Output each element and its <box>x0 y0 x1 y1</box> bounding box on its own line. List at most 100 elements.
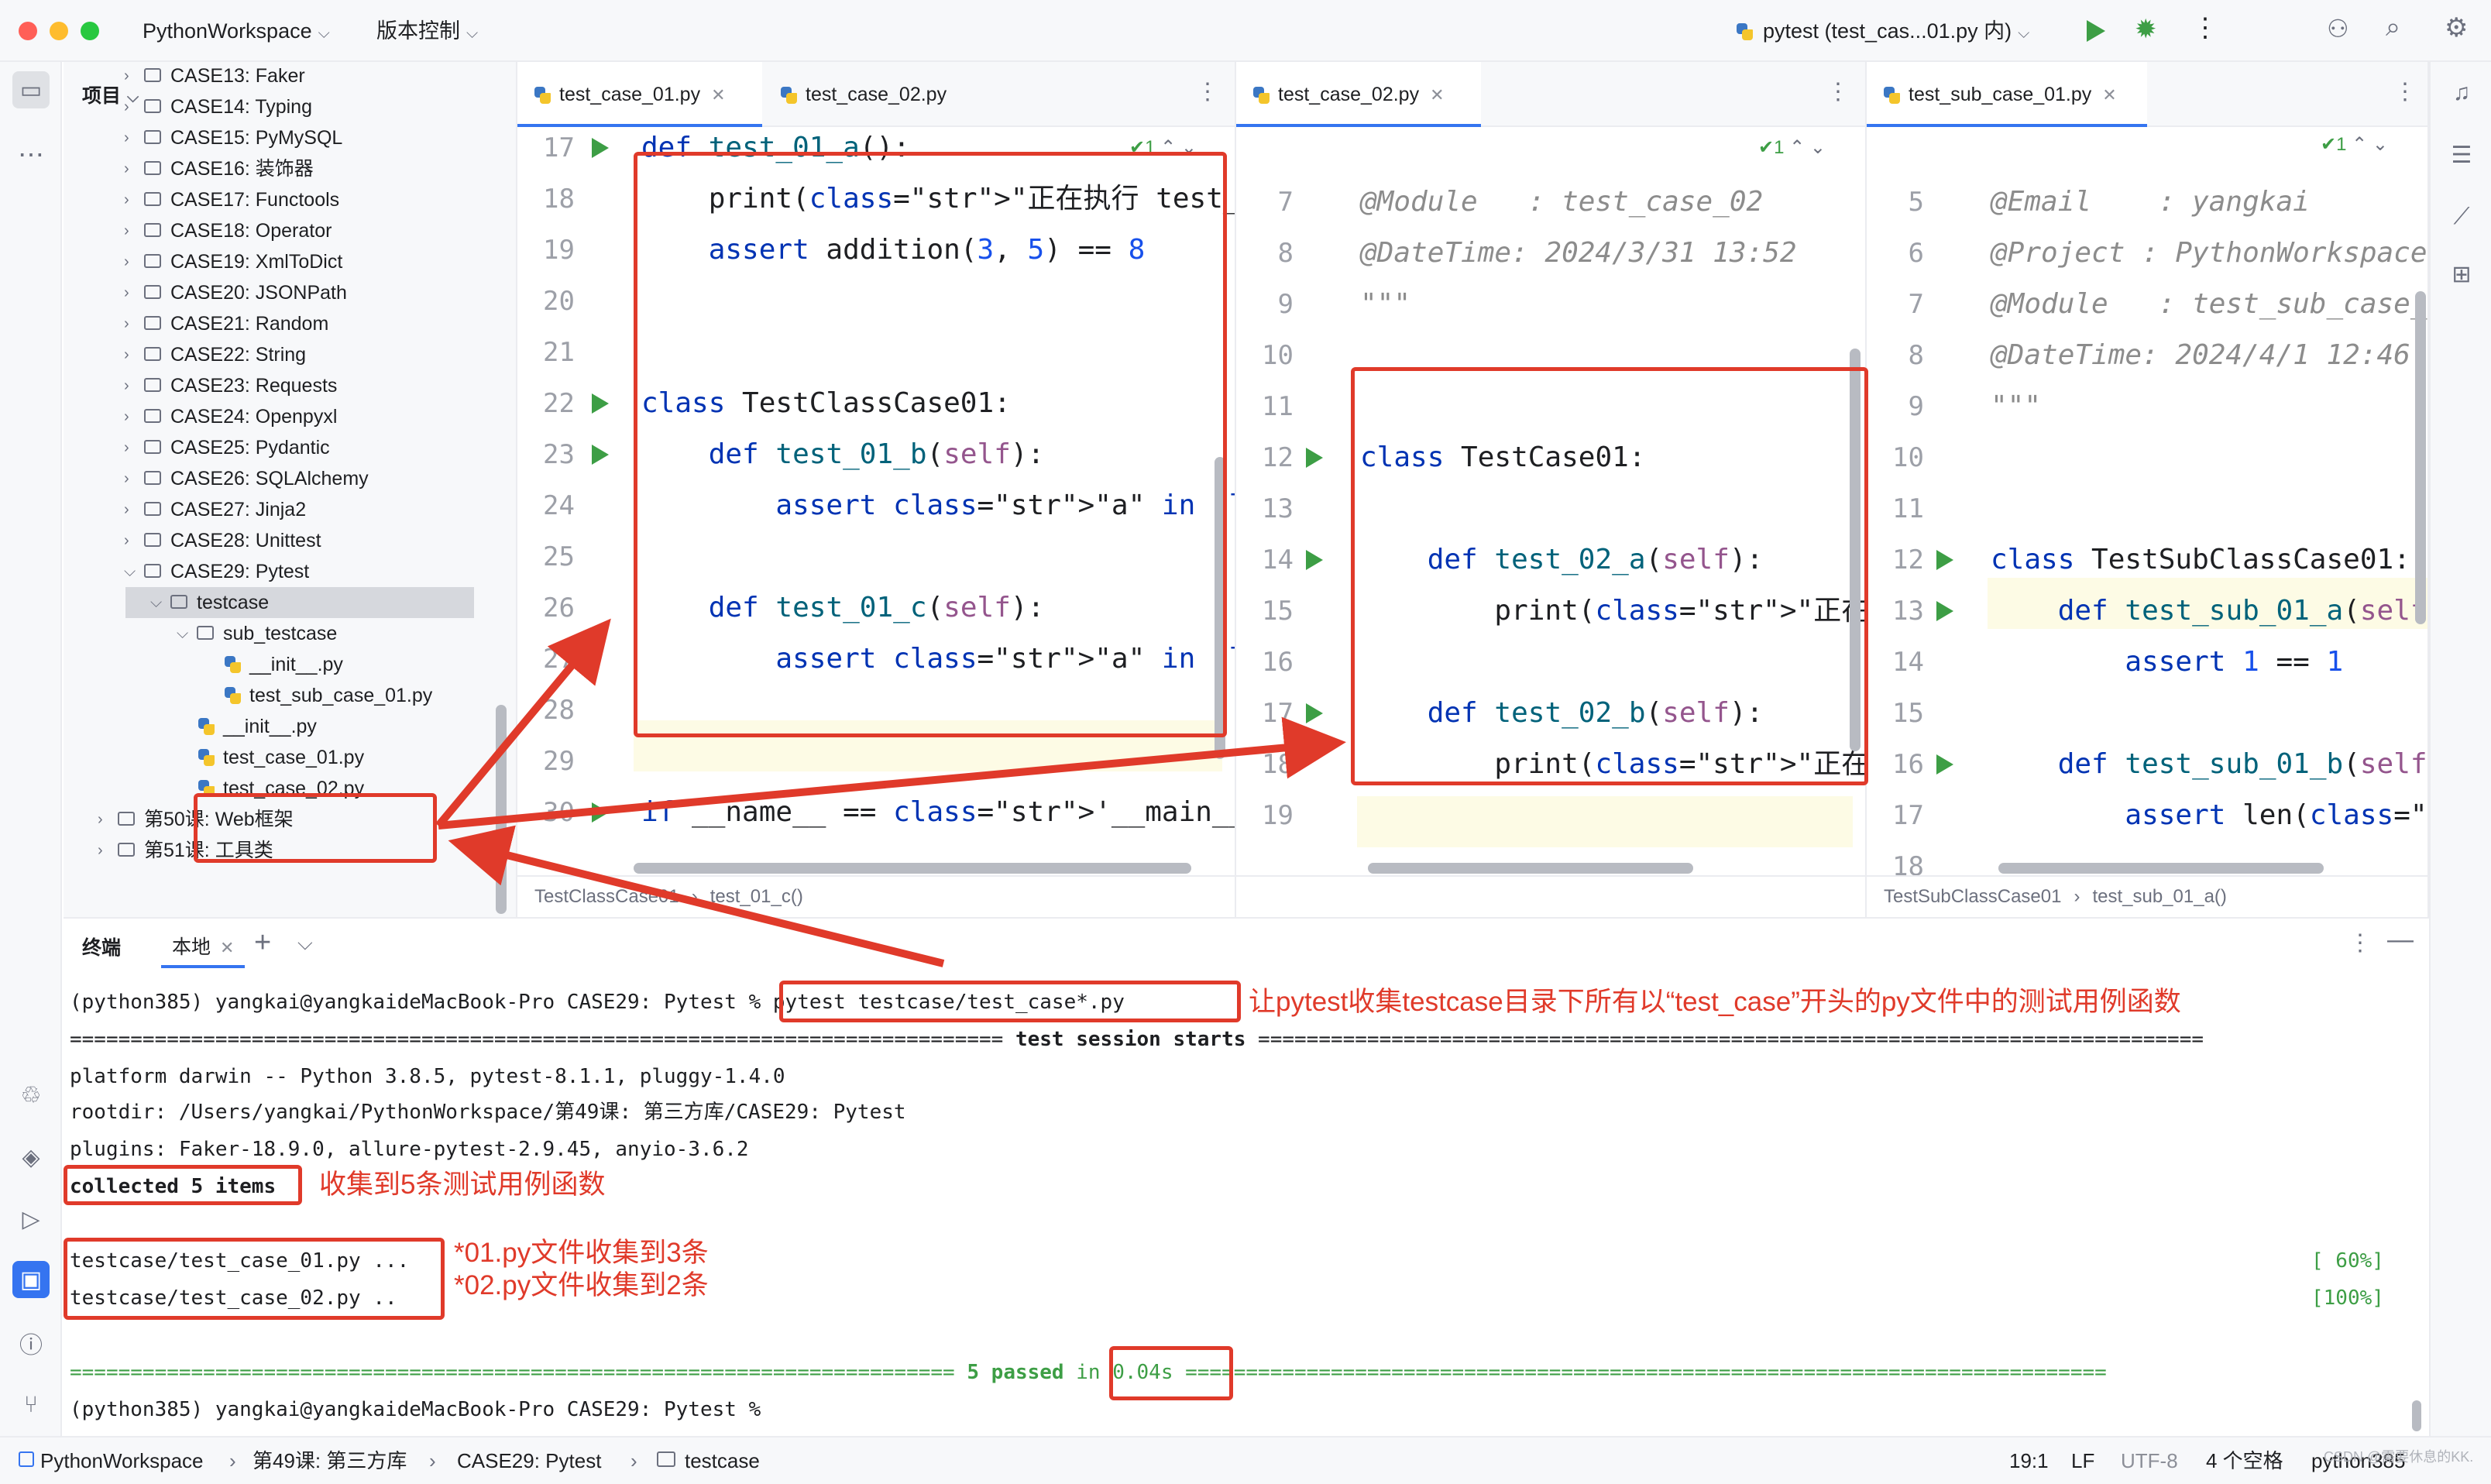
code-line[interactable]: def test_sub_01_a(self): <box>1991 586 2427 637</box>
run-gutter-icon[interactable] <box>1936 550 1953 570</box>
inspection-widget[interactable]: ✔1 ⌃ ⌄ <box>1758 136 1826 159</box>
run-icon[interactable] <box>2087 20 2105 42</box>
code-line[interactable]: assert len(class="str">"hello" <box>1991 790 2427 841</box>
inspection-widget[interactable]: ✔1 ⌃ ⌄ <box>2321 133 2388 156</box>
code-line[interactable]: assert 1 == 1 <box>1991 637 2343 688</box>
chevron-right-icon[interactable]: › <box>124 432 129 463</box>
run-gutter-icon[interactable] <box>1936 754 1953 775</box>
chevron-right-icon[interactable]: › <box>124 339 129 370</box>
run-gutter-icon[interactable] <box>1306 448 1323 468</box>
close-tab-icon[interactable]: ✕ <box>2102 85 2116 105</box>
notifications-bell-icon[interactable]: ♫ <box>2443 74 2480 112</box>
tree-scrollbar[interactable] <box>496 705 507 914</box>
python-console-icon[interactable]: ♲ <box>12 1077 50 1114</box>
tab-test-case-01[interactable]: test_case_01.py ✕ <box>517 62 762 127</box>
indent-setting[interactable]: 4 个空格 <box>2206 1438 2283 1484</box>
code-line[interactable]: @Module : test_case_02 <box>1360 177 1763 228</box>
code-line[interactable]: @DateTime: 2024/3/31 13:52 <box>1360 228 1797 279</box>
chevron-down-icon[interactable]: ⌵ <box>297 931 313 956</box>
tab-options-icon[interactable]: ⋮ <box>1196 81 1219 104</box>
tab-test-case-02[interactable]: test_case_02.py <box>764 62 996 127</box>
tree-item-folder[interactable]: › CASE24: Openpyxl <box>64 401 516 432</box>
terminal-tab-local[interactable]: 本地 ✕ <box>161 926 246 968</box>
tree-item-folder[interactable]: › CASE19: XmlToDict <box>64 246 516 277</box>
tree-item-file[interactable]: test_sub_case_01.py <box>64 680 516 711</box>
tree-item-folder[interactable]: › CASE20: JSONPath <box>64 277 516 308</box>
close-tab-icon[interactable]: ✕ <box>220 938 234 957</box>
code-line[interactable]: @DateTime: 2024/4/1 12:46 <box>1991 330 2410 381</box>
tree-item-folder[interactable]: ⌵ CASE29: Pytest <box>64 556 516 587</box>
tree-item-folder[interactable]: ⌵ testcase <box>125 587 474 618</box>
code-line[interactable]: if __name__ == class="str">'__main__': <box>641 787 1235 838</box>
tree-item-folder[interactable]: › CASE17: Functools <box>64 184 516 215</box>
terminal-icon[interactable]: ▣ <box>12 1261 50 1298</box>
status-crumb-folder[interactable]: testcase <box>685 1438 760 1484</box>
chevron-down-icon[interactable]: ⌵ <box>150 587 162 618</box>
editor-2-hscrollbar[interactable] <box>1368 863 1693 874</box>
tree-item-folder[interactable]: › CASE14: Typing <box>64 91 516 122</box>
breadcrumb-method[interactable]: test_sub_01_a() <box>2092 886 2226 907</box>
code-line[interactable]: """ <box>1360 279 1410 330</box>
run-gutter-icon[interactable] <box>592 802 609 823</box>
more-actions-icon[interactable]: ⋮ <box>2192 12 2218 43</box>
code-line[interactable]: @Email : yangkai <box>1991 177 2310 228</box>
git-icon[interactable]: ⑂ <box>12 1386 50 1424</box>
code-line[interactable]: """ <box>1991 381 2041 432</box>
editor-3-hscrollbar[interactable] <box>1998 863 2324 874</box>
tree-item-folder[interactable]: ⌵ sub_testcase <box>64 618 516 649</box>
tree-item-folder[interactable]: › CASE22: String <box>64 339 516 370</box>
tab-test-case-02[interactable]: test_case_02.py ✕ <box>1236 62 1481 127</box>
tree-item-folder[interactable]: › CASE13: Faker <box>64 62 516 91</box>
python-packages-icon[interactable]: ◈ <box>12 1139 50 1176</box>
project-folder-icon[interactable]: ▭ <box>12 71 50 108</box>
settings-gear-icon[interactable]: ⚙ <box>2445 12 2468 43</box>
tree-item-folder[interactable]: › CASE21: Random <box>64 308 516 339</box>
tree-item-file[interactable]: __init__.py <box>64 711 516 742</box>
chevron-right-icon[interactable]: › <box>124 153 129 184</box>
editor-1-hscrollbar[interactable] <box>634 863 1191 874</box>
chevron-right-icon[interactable]: › <box>124 122 129 153</box>
project-switcher[interactable]: PythonWorkspace ⌵ <box>143 15 330 49</box>
run-gutter-icon[interactable] <box>592 138 609 158</box>
terminal-options-icon[interactable]: ⋮ <box>2348 929 2372 957</box>
code-line[interactable]: def test_sub_01_b(self): <box>1991 739 2427 790</box>
new-tab-plus-icon[interactable]: + <box>254 926 271 960</box>
sciview-icon[interactable]: ⟋ <box>2443 198 2480 235</box>
breadcrumb-class[interactable]: TestClassCase01 <box>534 886 679 907</box>
breadcrumb-class[interactable]: TestSubClassCase01 <box>1884 886 2061 907</box>
run-gutter-icon[interactable] <box>1306 550 1323 570</box>
tree-item-folder[interactable]: › CASE18: Operator <box>64 215 516 246</box>
tree-item-file[interactable]: __init__.py <box>64 649 516 680</box>
run-gutter-icon[interactable] <box>1306 703 1323 723</box>
line-separator[interactable]: LF <box>2071 1438 2094 1484</box>
structure-icon[interactable]: ⊞ <box>2443 256 2480 293</box>
tree-item-folder[interactable]: › CASE26: SQLAlchemy <box>64 463 516 494</box>
tree-item-folder[interactable]: › CASE23: Requests <box>64 370 516 401</box>
terminal-prompt-line[interactable]: (python385) yangkai@yangkaideMacBook-Pro… <box>70 1391 761 1428</box>
chevron-down-icon[interactable]: ⌵ <box>124 556 136 587</box>
chevron-right-icon[interactable]: › <box>124 215 129 246</box>
chevron-right-icon[interactable]: › <box>124 370 129 401</box>
run-gutter-icon[interactable] <box>592 393 609 414</box>
status-crumb-project[interactable]: PythonWorkspace <box>40 1438 204 1484</box>
chevron-down-icon[interactable]: ⌵ <box>177 618 188 649</box>
add-user-icon[interactable]: ⚇ <box>2327 14 2349 43</box>
close-tab-icon[interactable]: ✕ <box>1430 85 1444 105</box>
chevron-right-icon[interactable]: › <box>124 401 129 432</box>
chevron-right-icon[interactable]: › <box>124 62 129 91</box>
hide-panel-icon[interactable]: — <box>2387 925 2414 955</box>
chevron-right-icon[interactable]: › <box>124 91 129 122</box>
tab-options-icon[interactable]: ⋮ <box>1826 81 1850 104</box>
chevron-right-icon[interactable]: › <box>124 184 129 215</box>
tab-test-sub-case-01[interactable]: test_sub_case_01.py ✕ <box>1867 62 2147 127</box>
zoom-window-button[interactable] <box>81 22 99 40</box>
search-icon[interactable]: ⌕ <box>2386 12 2400 43</box>
run-config-selector[interactable]: pytest (test_cas...01.py 内) ⌵ <box>1735 15 2029 49</box>
tab-options-icon[interactable]: ⋮ <box>2393 81 2417 104</box>
close-window-button[interactable] <box>19 22 37 40</box>
tree-item-folder[interactable]: › CASE25: Pydantic <box>64 432 516 463</box>
status-crumb-case[interactable]: CASE29: Pytest <box>457 1438 601 1484</box>
status-crumb-lesson[interactable]: 第49课: 第三方库 <box>253 1438 407 1484</box>
code-line[interactable]: class TestSubClassCase01: <box>1991 534 2410 586</box>
caret-position[interactable]: 19:1 <box>2009 1438 2049 1484</box>
